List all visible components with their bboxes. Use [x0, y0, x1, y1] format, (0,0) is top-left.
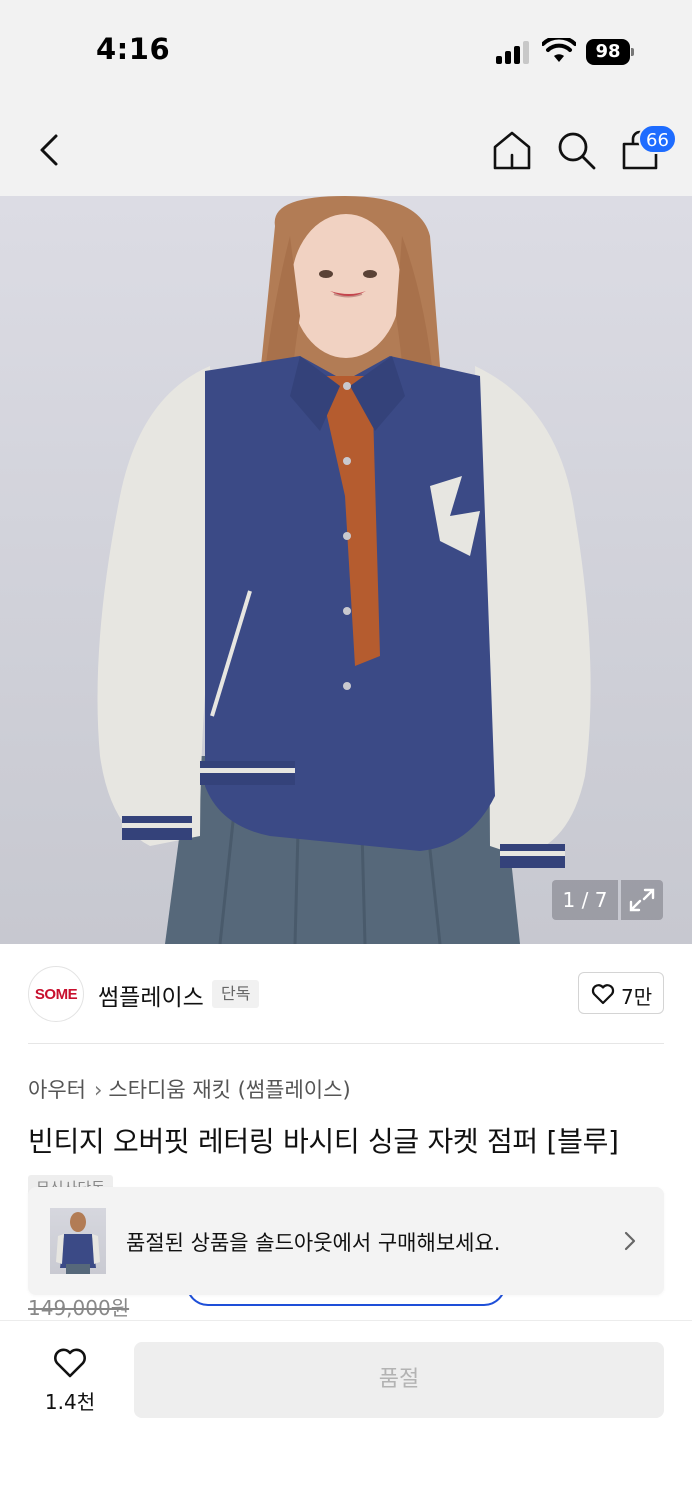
- status-time: 4:16: [96, 32, 171, 66]
- chevron-right-icon: ›: [93, 1078, 103, 1102]
- chevron-left-icon[interactable]: [30, 130, 70, 170]
- wish-count: 1.4천: [44, 1390, 96, 1414]
- product-photo-illustration: [97, 196, 591, 944]
- battery-level: 98: [586, 39, 630, 65]
- breadcrumb-category[interactable]: 아우터: [28, 1078, 86, 1102]
- breadcrumb-subcategory[interactable]: 스타디움 재킷 (썸플레이스): [108, 1078, 350, 1102]
- chevron-right-icon: [624, 1231, 636, 1251]
- home-icon[interactable]: [490, 128, 534, 172]
- product-title: 빈티지 오버핏 레터링 바시티 싱글 자켓 점퍼 [블루]: [28, 1125, 619, 1158]
- divider: [28, 1043, 664, 1044]
- expand-icon[interactable]: [621, 880, 663, 920]
- product-image[interactable]: [0, 196, 692, 944]
- heart-icon[interactable]: [52, 1346, 88, 1380]
- nav-bar: [0, 100, 692, 196]
- battery-icon: 98: [586, 39, 634, 65]
- brand-like-count: 7만: [621, 985, 653, 1009]
- soldout-banner[interactable]: 품절된 상품을 솔드아웃에서 구매해보세요.: [28, 1187, 664, 1295]
- breadcrumb: 아우터 › 스타디움 재킷 (썸플레이스): [28, 1074, 351, 1104]
- signal-icon: [496, 40, 532, 64]
- heart-icon: [591, 984, 615, 1005]
- brand-name[interactable]: 썸플레이스: [98, 978, 204, 1012]
- exclusive-tag: 단독: [212, 980, 260, 1008]
- banner-thumbnail: [50, 1208, 106, 1274]
- wifi-icon: [542, 38, 576, 62]
- soldout-banner-text: 품절된 상품을 솔드아웃에서 구매해보세요.: [126, 1231, 501, 1255]
- cart-count-badge[interactable]: 66: [638, 124, 677, 154]
- original-price: 149,000원: [28, 1296, 130, 1320]
- brand-like-button[interactable]: 7만: [578, 972, 664, 1014]
- image-counter: 1 / 7: [552, 880, 618, 920]
- status-bar: 4:16 98: [0, 0, 692, 100]
- search-icon[interactable]: [554, 128, 598, 172]
- brand-logo[interactable]: SOME: [28, 966, 84, 1022]
- soldout-button[interactable]: 품절: [134, 1342, 664, 1418]
